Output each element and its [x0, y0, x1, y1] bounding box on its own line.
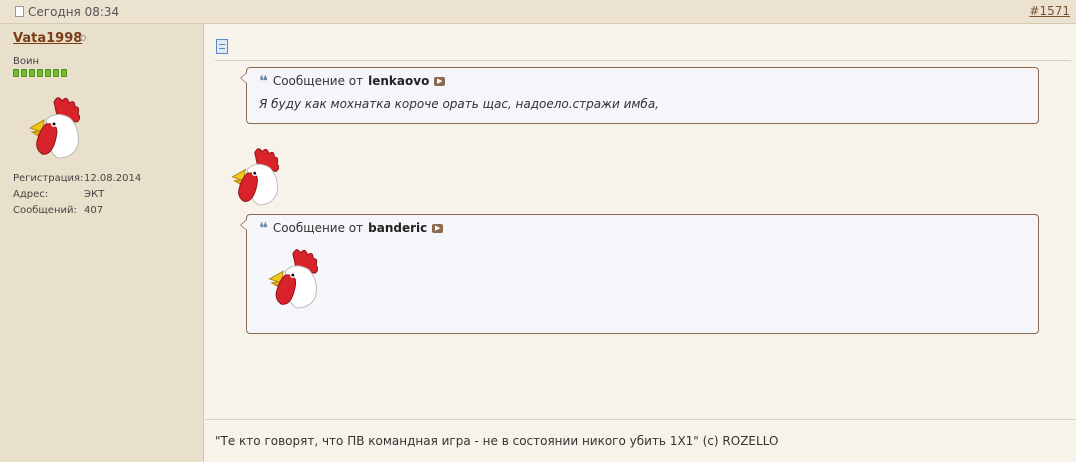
- quote-header: ❝ Сообщение от lenkaovo ▶: [259, 72, 446, 90]
- reputation-pip: [29, 69, 35, 77]
- info-value: ЭКТ: [84, 189, 105, 200]
- quote-icon: ❝: [259, 72, 268, 90]
- quote-text: Я буду как мохнатка короче орать щас, на…: [259, 97, 659, 111]
- signature-divider: [205, 419, 1076, 420]
- view-post-icon[interactable]: ▶: [434, 76, 446, 86]
- reputation-bar: [13, 69, 67, 77]
- info-label: Регистрация:: [13, 173, 84, 184]
- quote-icon: ❝: [259, 219, 268, 237]
- quote-author: banderic: [368, 221, 428, 235]
- post-document-icon: [216, 39, 228, 54]
- reputation-pip: [53, 69, 59, 77]
- quote-header: ❝ Сообщение от banderic ▶: [259, 219, 444, 237]
- user-info: Регистрация: 12.08.2014 Адрес: ЭКТ Сообщен…: [13, 171, 141, 219]
- reputation-pip: [13, 69, 19, 77]
- reputation-pip: [21, 69, 27, 77]
- offline-status-icon: [80, 35, 86, 41]
- info-value: 12.08.2014: [84, 173, 142, 184]
- info-label: Адрес:: [13, 189, 49, 200]
- rooster-image: [268, 249, 318, 309]
- rooster-image: [231, 148, 279, 206]
- user-rank: Воин: [13, 56, 40, 67]
- user-sidebar: Vata1998 Воин Регистрация: 12.08.2014 Адр…: [0, 24, 204, 462]
- quote-author: lenkaovo: [368, 74, 430, 88]
- info-label: Сообщений:: [13, 205, 77, 216]
- document-icon: [15, 6, 24, 17]
- reputation-pip: [37, 69, 43, 77]
- username-link[interactable]: Vata1998: [13, 31, 82, 46]
- user-avatar[interactable]: [20, 94, 80, 160]
- quote-prefix: Сообщение от: [272, 74, 364, 88]
- view-post-icon[interactable]: ▶: [432, 223, 444, 233]
- divider: [215, 60, 1071, 61]
- post-content: ❝ Сообщение от lenkaovo ▶ Я буду как мох…: [205, 24, 1076, 462]
- post-number-link[interactable]: #1571: [1029, 4, 1070, 18]
- quote-block: ❝ Сообщение от lenkaovo ▶ Я буду как мох…: [240, 67, 1039, 124]
- info-value: 407: [84, 205, 104, 216]
- user-signature: "Те кто говорят, что ПВ командная игра -…: [215, 434, 779, 448]
- reputation-pip: [45, 69, 51, 77]
- post-date: Сегодня 08:34: [28, 5, 120, 19]
- post-header: Сегодня 08:34 #1571: [0, 0, 1076, 24]
- quote-prefix: Сообщение от: [272, 221, 364, 235]
- quote-block: ❝ Сообщение от banderic ▶: [240, 214, 1039, 334]
- reputation-pip: [61, 69, 67, 77]
